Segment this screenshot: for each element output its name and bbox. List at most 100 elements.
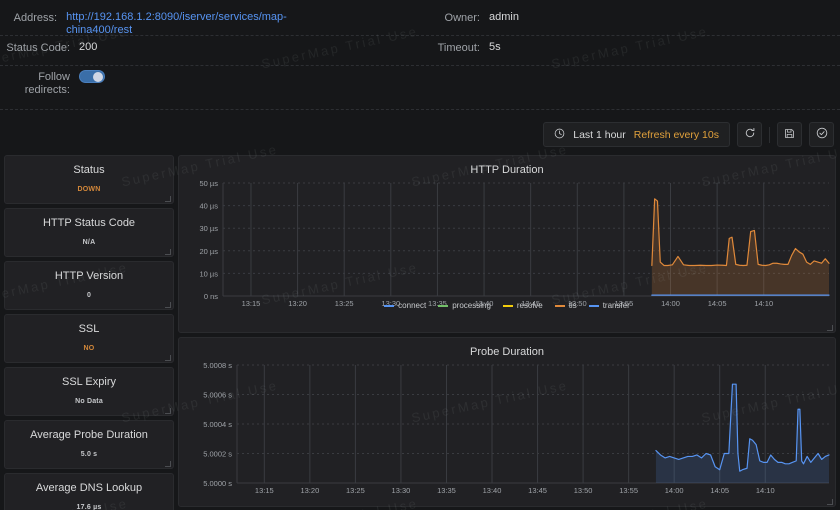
- panel-resize-handle[interactable]: [165, 302, 171, 308]
- x-axis-tick-label: 13:55: [619, 486, 638, 495]
- y-axis-tick-label: 5.0006 s: [203, 391, 232, 400]
- http-duration-chart[interactable]: 0 ns10 µs20 µs30 µs40 µs50 µs13:15 13:20 1…: [179, 177, 835, 312]
- x-axis-tick-label: 14:10: [756, 486, 775, 495]
- time-range-picker[interactable]: Last 1 hour Refresh every 10s: [543, 122, 730, 147]
- series-area: [655, 384, 829, 483]
- clock-icon: [554, 126, 565, 144]
- panel-http-duration[interactable]: HTTP Duration 0 ns 10 µs 20 µs 30 µs 40 µs 50…: [178, 155, 836, 333]
- x-axis-tick-label: 13:45: [528, 486, 547, 495]
- stat-panel-value: 0: [86, 292, 92, 299]
- legend-label: resolve: [516, 301, 543, 310]
- panel-probe-duration[interactable]: Probe Duration 5.0000 s 5.0002 s 5.0004 s5…: [178, 337, 836, 507]
- stat-panel-value: No Data: [75, 398, 103, 405]
- circle-check-icon: [816, 126, 828, 144]
- probe-duration-chart-body[interactable]: 5.0000 s 5.0002 s 5.0004 s 5.0006 s 5.0008 s…: [179, 359, 835, 499]
- legend-item[interactable]: transfer: [588, 301, 630, 310]
- stat-panel[interactable]: HTTP Status Code N/A: [4, 208, 174, 257]
- panel-resize-handle[interactable]: [165, 196, 171, 202]
- y-axis-tick-label: 50 µs: [200, 179, 219, 188]
- toolbar-separator: [769, 126, 770, 143]
- panel-resize-handle[interactable]: [827, 325, 833, 331]
- request-info-header: Address: http://192.168.1.2:8090/iserver…: [0, 0, 840, 110]
- y-axis-tick-label: 5.0002 s: [203, 450, 232, 459]
- y-axis-tick-label: 5.0004 s: [203, 420, 232, 429]
- legend-color-swatch: [554, 304, 565, 307]
- legend-color-swatch: [502, 304, 513, 307]
- time-range-label: Last 1 hour: [573, 128, 626, 141]
- field-address: Address: http://192.168.1.2:8090/iserver…: [0, 11, 300, 37]
- panel-resize-handle[interactable]: [165, 249, 171, 255]
- refresh-interval-label: Refresh every 10s: [633, 128, 719, 141]
- stat-panel-title: Average DNS Lookup: [35, 482, 143, 494]
- stat-panel-column: Status DOWN HTTP Status Code N/A HTTP Versio…: [4, 155, 174, 510]
- panel-resize-handle[interactable]: [165, 461, 171, 467]
- series-line: [655, 383, 830, 472]
- legend-label: transfer: [602, 301, 630, 310]
- status-check-button[interactable]: [809, 122, 834, 147]
- stat-panel-value: 5.0 s: [80, 451, 98, 458]
- save-dashboard-button[interactable]: [777, 122, 802, 147]
- x-axis-tick-label: 14:00: [665, 486, 684, 495]
- panel-resize-handle[interactable]: [165, 355, 171, 361]
- header-divider-2: [0, 65, 840, 66]
- legend-color-swatch: [438, 304, 449, 307]
- panel-resize-handle[interactable]: [165, 408, 171, 414]
- legend-item[interactable]: tls: [554, 301, 577, 310]
- field-address-value[interactable]: http://192.168.1.2:8090/iserver/services…: [66, 11, 300, 37]
- x-axis-tick-label: 13:20: [300, 486, 319, 495]
- refresh-button[interactable]: [737, 122, 762, 147]
- field-timeout-value: 5s: [489, 41, 501, 53]
- http-duration-legend: connect processing resolve tls transfer: [179, 301, 835, 310]
- x-axis-tick-label: 13:25: [346, 486, 365, 495]
- chart-column: HTTP Duration 0 ns 10 µs 20 µs 30 µs 40 µs 50…: [178, 155, 836, 510]
- series-area: [651, 198, 829, 296]
- legend-item[interactable]: resolve: [502, 301, 543, 310]
- save-icon: [784, 126, 795, 144]
- panel-http-duration-title: HTTP Duration: [470, 164, 544, 176]
- legend-color-swatch: [384, 304, 395, 307]
- field-owner-value: admin: [489, 11, 519, 23]
- x-axis-tick-label: 14:05: [710, 486, 729, 495]
- stat-panel[interactable]: SSL Expiry No Data: [4, 367, 174, 416]
- legend-label: connect: [398, 301, 427, 310]
- y-axis-tick-label: 30 µs: [200, 224, 219, 233]
- x-axis-tick-label: 13:15: [255, 486, 274, 495]
- y-axis-tick-label: 5.0000 s: [203, 479, 232, 488]
- panel-probe-duration-title: Probe Duration: [470, 346, 544, 358]
- http-duration-chart-body[interactable]: 0 ns 10 µs 20 µs 30 µs 40 µs 50 µs 13:15 13:20 1…: [179, 177, 835, 312]
- field-follow-redirects-label: Follow redirects:: [24, 71, 70, 96]
- legend-item[interactable]: processing: [438, 301, 491, 310]
- stat-panel-value: N/A: [82, 239, 96, 246]
- stat-panel-title: SSL Expiry: [61, 376, 116, 388]
- legend-label: tls: [568, 301, 577, 310]
- stat-panel[interactable]: Status DOWN: [4, 155, 174, 204]
- legend-item[interactable]: connect: [384, 301, 426, 310]
- refresh-icon: [744, 126, 756, 144]
- field-timeout-label: Timeout:: [437, 42, 480, 54]
- stat-panel-title: SSL: [78, 323, 100, 335]
- y-axis-tick-label: 0 ns: [204, 292, 218, 301]
- field-timeout: Timeout: 5s: [410, 41, 501, 55]
- field-status-code-value: 200: [79, 41, 98, 53]
- legend-color-swatch: [588, 304, 599, 307]
- probe-duration-chart[interactable]: 5.0000 s 5.0002 s 5.0004 s 5.0006 s 5.0008 s…: [179, 359, 835, 499]
- panel-resize-handle[interactable]: [827, 499, 833, 505]
- follow-redirects-toggle[interactable]: [79, 70, 105, 83]
- field-status-code: Status Code: 200: [0, 41, 97, 55]
- y-axis-tick-label: 20 µs: [200, 247, 219, 256]
- y-axis-tick-label: 5.0008 s: [203, 361, 232, 370]
- toggle-knob: [93, 71, 103, 82]
- stat-panel-title: HTTP Status Code: [42, 217, 136, 229]
- stat-panel-title: HTTP Version: [54, 270, 124, 282]
- x-axis-tick-label: 13:30: [392, 486, 411, 495]
- stat-panel[interactable]: HTTP Version 0: [4, 261, 174, 310]
- field-address-label: Address:: [13, 12, 58, 24]
- header-divider-3: [0, 109, 840, 110]
- dashboard-toolbar: Last 1 hour Refresh every 10s: [543, 122, 834, 147]
- field-owner: Owner: admin: [410, 11, 519, 25]
- stat-panel[interactable]: SSL NO: [4, 314, 174, 363]
- stat-panel[interactable]: Average DNS Lookup 17.6 µs: [4, 473, 174, 510]
- stat-panel[interactable]: Average Probe Duration 5.0 s: [4, 420, 174, 469]
- y-axis-tick-label: 10 µs: [200, 269, 219, 278]
- legend-label: processing: [452, 301, 491, 310]
